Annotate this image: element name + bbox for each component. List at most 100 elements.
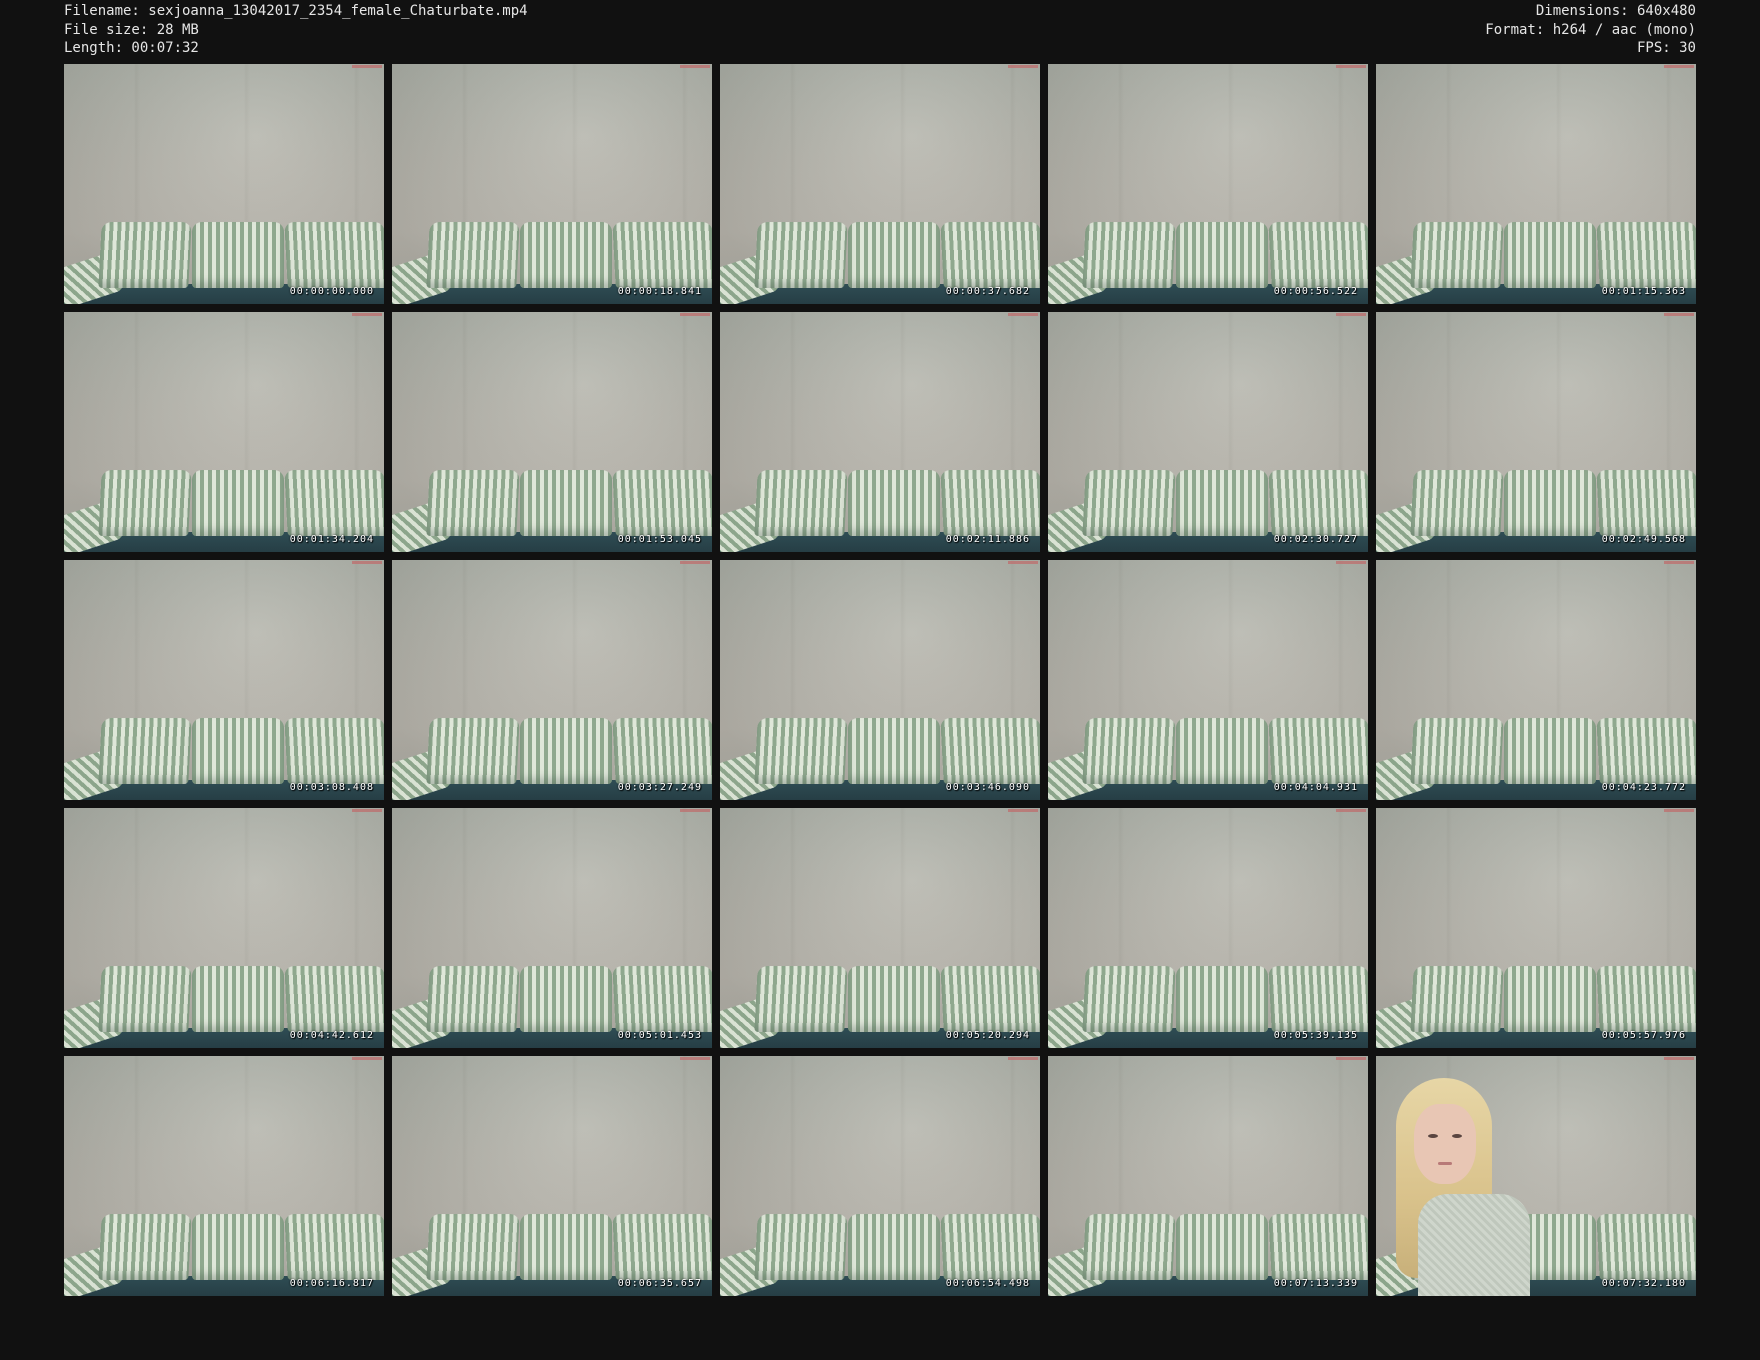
sofa-cushion <box>284 1214 384 1280</box>
sofa-cushion <box>426 718 520 784</box>
watermark-mark <box>1008 809 1038 812</box>
sofa-cushion <box>612 470 712 536</box>
sofa-cushion <box>940 718 1040 784</box>
face <box>1414 1104 1476 1184</box>
sofa-cushion <box>192 1214 284 1280</box>
sofa-cushion <box>612 222 712 288</box>
watermark-mark <box>1664 65 1694 68</box>
timestamp-label: 00:01:15.363 <box>1601 286 1686 297</box>
timestamp-label: 00:05:20.294 <box>945 1030 1030 1041</box>
video-thumbnail: 00:06:54.498 <box>720 1056 1040 1296</box>
timestamp-label: 00:05:01.453 <box>617 1030 702 1041</box>
watermark-mark <box>352 809 382 812</box>
watermark-mark <box>1664 313 1694 316</box>
sofa-cushion <box>1082 1214 1176 1280</box>
sofa-cushion <box>1410 718 1504 784</box>
video-thumbnail: 00:03:27.249 <box>392 560 712 800</box>
filesize-text: File size: 28 MB <box>64 21 199 38</box>
sofa-cushion <box>1504 718 1596 784</box>
timestamp-label: 00:01:34.204 <box>289 534 374 545</box>
sofa-cushion <box>1410 470 1504 536</box>
metadata-right: Dimensions: 640x480 Format: h264 / aac (… <box>1485 2 1696 58</box>
sofa-cushion <box>284 222 384 288</box>
timestamp-label: 00:05:57.976 <box>1601 1030 1686 1041</box>
watermark-mark <box>352 313 382 316</box>
timestamp-label: 00:00:18.841 <box>617 286 702 297</box>
sofa-cushion <box>1268 966 1368 1032</box>
sofa-cushion <box>1176 1214 1268 1280</box>
sofa-cushion <box>1176 966 1268 1032</box>
timestamp-label: 00:02:49.568 <box>1601 534 1686 545</box>
sofa-cushion <box>284 470 384 536</box>
sofa-cushion <box>1268 470 1368 536</box>
video-thumbnail: 00:01:53.045 <box>392 312 712 552</box>
timestamp-label: 00:03:27.249 <box>617 782 702 793</box>
video-thumbnail: 00:00:37.682 <box>720 64 1040 304</box>
video-thumbnail: 00:05:39.135 <box>1048 808 1368 1048</box>
timestamp-label: 00:06:16.817 <box>289 1278 374 1289</box>
video-thumbnail: 00:03:08.408 <box>64 560 384 800</box>
timestamp-label: 00:02:30.727 <box>1273 534 1358 545</box>
watermark-mark <box>1664 561 1694 564</box>
sofa-cushion <box>1268 222 1368 288</box>
sofa-cushion <box>98 1214 192 1280</box>
sofa-cushion <box>940 966 1040 1032</box>
sofa-cushion <box>284 718 384 784</box>
sofa-cushion <box>848 966 940 1032</box>
sofa-cushion <box>1268 1214 1368 1280</box>
watermark-mark <box>352 561 382 564</box>
timestamp-label: 00:03:08.408 <box>289 782 374 793</box>
video-thumbnail: 00:01:15.363 <box>1376 64 1696 304</box>
video-thumbnail: 00:03:46.090 <box>720 560 1040 800</box>
sofa-cushion <box>612 966 712 1032</box>
watermark-mark <box>1336 313 1366 316</box>
watermark-mark <box>1664 1057 1694 1060</box>
sofa-cushion <box>192 966 284 1032</box>
sofa-cushion <box>192 222 284 288</box>
sofa-cushion <box>754 966 848 1032</box>
sofa-cushion <box>98 222 192 288</box>
sofa-cushion <box>192 718 284 784</box>
watermark-mark <box>1008 561 1038 564</box>
video-thumbnail: 00:02:30.727 <box>1048 312 1368 552</box>
sofa-cushion <box>426 966 520 1032</box>
watermark-mark <box>1008 65 1038 68</box>
sofa-cushion <box>426 470 520 536</box>
timestamp-label: 00:04:42.612 <box>289 1030 374 1041</box>
video-thumbnail: 00:01:34.204 <box>64 312 384 552</box>
watermark-mark <box>1336 1057 1366 1060</box>
sofa-cushion <box>520 1214 612 1280</box>
sofa-cushion <box>1504 966 1596 1032</box>
timestamp-label: 00:00:37.682 <box>945 286 1030 297</box>
sofa-cushion <box>98 718 192 784</box>
sofa-cushion <box>940 1214 1040 1280</box>
sofa-cushion <box>612 718 712 784</box>
sofa-cushion <box>940 470 1040 536</box>
watermark-mark <box>1336 809 1366 812</box>
timestamp-label: 00:04:23.772 <box>1601 782 1686 793</box>
video-thumbnail: 00:07:32.180 <box>1376 1056 1696 1296</box>
metadata-left: Filename: sexjoanna_13042017_2354_female… <box>64 2 528 58</box>
sofa-cushion <box>1596 222 1696 288</box>
eye <box>1428 1134 1438 1138</box>
watermark-mark <box>1336 65 1366 68</box>
filename-text: Filename: sexjoanna_13042017_2354_female… <box>64 3 528 19</box>
sofa-cushion <box>1596 470 1696 536</box>
watermark-mark <box>680 809 710 812</box>
sofa-cushion <box>1082 966 1176 1032</box>
sofa-cushion <box>1268 718 1368 784</box>
video-thumbnail: 00:05:20.294 <box>720 808 1040 1048</box>
sofa-cushion <box>284 966 384 1032</box>
person-figure <box>1390 1074 1530 1296</box>
timestamp-label: 00:07:13.339 <box>1273 1278 1358 1289</box>
sofa-cushion <box>1410 966 1504 1032</box>
sofa-cushion <box>426 1214 520 1280</box>
video-thumbnail: 00:00:18.841 <box>392 64 712 304</box>
sofa-cushion <box>848 470 940 536</box>
sofa-cushion <box>1504 470 1596 536</box>
sofa-cushion <box>1176 470 1268 536</box>
sofa-cushion <box>192 470 284 536</box>
sofa-cushion <box>1082 718 1176 784</box>
sofa-cushion <box>612 1214 712 1280</box>
timestamp-label: 00:02:11.886 <box>945 534 1030 545</box>
